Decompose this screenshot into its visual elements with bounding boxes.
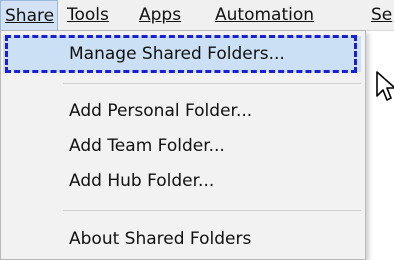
menu-tools[interactable]: Tools — [67, 0, 109, 30]
menu-item-manage-shared-folders[interactable]: Manage Shared Folders... — [3, 36, 361, 72]
menu-apps-label: Apps — [139, 5, 182, 25]
menu-item-add-personal-folder[interactable]: Add Personal Folder... — [3, 93, 361, 129]
menu-item-add-hub-folder[interactable]: Add Hub Folder... — [3, 163, 361, 199]
menu-automation[interactable]: Automation — [215, 0, 314, 30]
menu-item-about-shared-folders[interactable]: About Shared Folders — [3, 221, 361, 257]
menu-tools-label: Tools — [67, 5, 109, 25]
menu-automation-label: Automation — [215, 5, 315, 25]
share-dropdown-menu: Manage Shared Folders... Add Personal Fo… — [0, 30, 366, 260]
mouse-pointer-icon — [376, 71, 394, 101]
menu-apps[interactable]: Apps — [139, 0, 181, 30]
menu-share[interactable]: Share — [0, 0, 58, 30]
menu-se-label: Se — [371, 5, 393, 25]
menu-se[interactable]: Se — [371, 0, 392, 30]
menu-share-label: Share — [5, 6, 55, 26]
app-window: Share Tools Apps Automation Se Manage Sh… — [0, 0, 394, 260]
menu-bar: Share Tools Apps Automation Se — [0, 0, 394, 31]
menu-item-add-team-folder[interactable]: Add Team Folder... — [3, 128, 361, 164]
menu-separator — [63, 210, 361, 211]
menu-separator — [63, 83, 361, 84]
